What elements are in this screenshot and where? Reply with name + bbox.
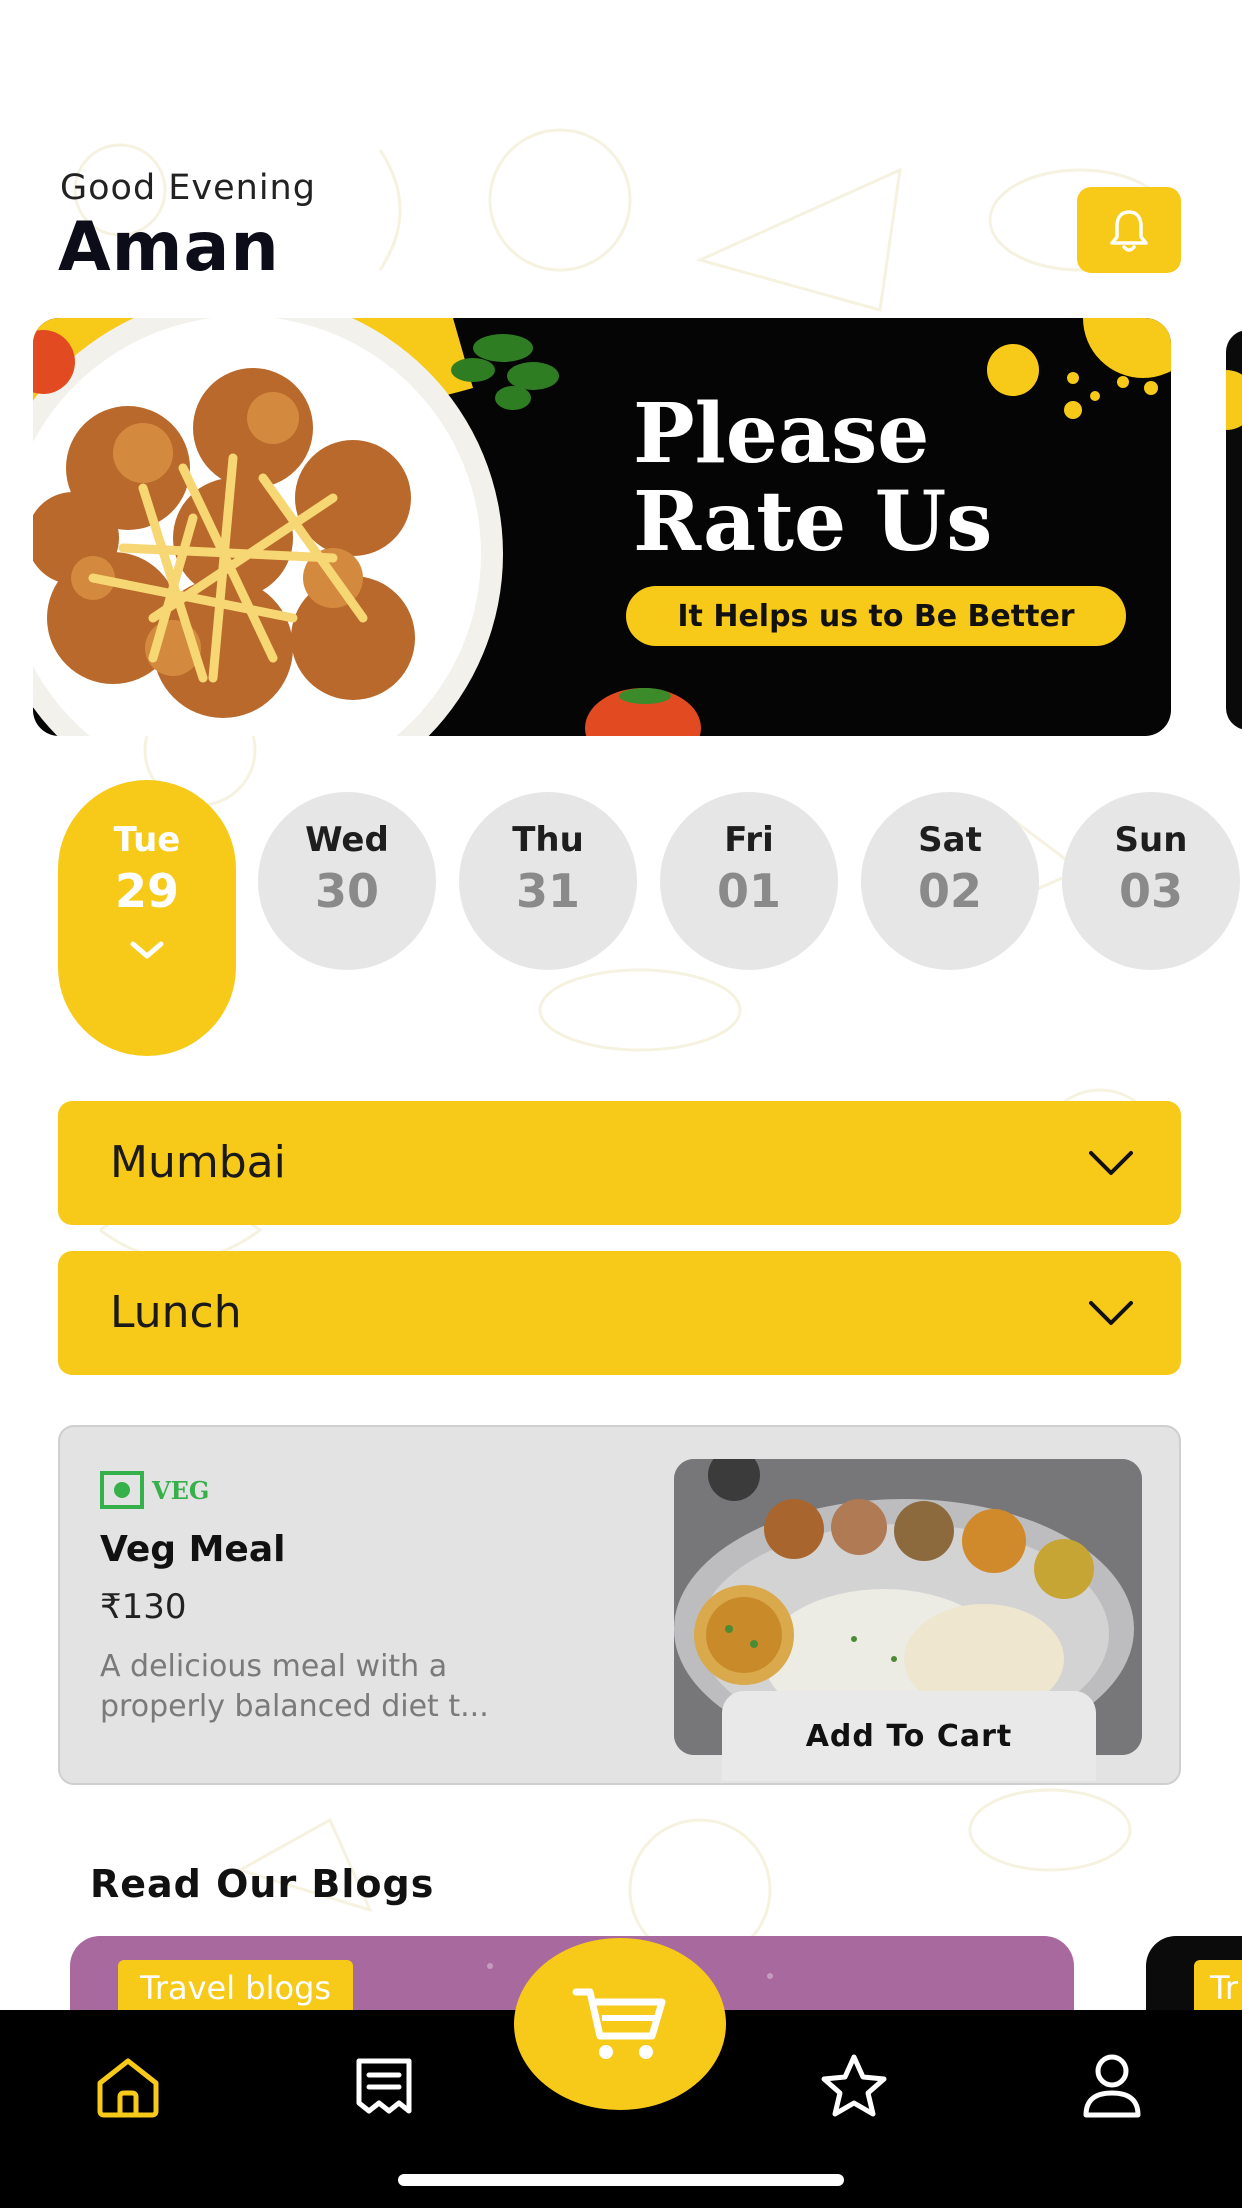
rate-us-banner[interactable]: Please Rate Us It Helps us to Be Better	[33, 318, 1171, 736]
meal-price: ₹130	[100, 1587, 187, 1627]
next-banner-peek[interactable]	[1226, 330, 1242, 730]
meal-name: Veg Meal	[100, 1529, 286, 1570]
day-name: Tue	[113, 820, 181, 860]
meal-description: A delicious meal with a properly balance…	[100, 1649, 489, 1724]
home-indicator	[398, 2174, 844, 2186]
chevron-down-icon	[1089, 1151, 1133, 1175]
day-name: Fri	[724, 820, 774, 860]
day-name: Thu	[512, 820, 584, 860]
day-date: 30	[314, 864, 379, 918]
blog-category-chip: Tr	[1194, 1960, 1242, 2016]
veg-label: VEG	[152, 1475, 210, 1505]
day-name: Sun	[1114, 820, 1188, 860]
meal-type-dropdown[interactable]: Lunch	[58, 1251, 1181, 1375]
banner-title: Please Rate Us	[633, 386, 993, 570]
notification-button[interactable]	[1077, 187, 1181, 273]
blogs-section-title: Read Our Blogs	[90, 1862, 435, 1906]
day-date: 02	[917, 864, 982, 918]
day-sat[interactable]: Sat 02	[861, 792, 1039, 970]
meal-card[interactable]: VEG Veg Meal ₹130 A delicious meal with …	[58, 1425, 1181, 1785]
day-selector: Tue 29 Wed 30 Thu 31 Fri 01 Sat 02 Sun 0…	[58, 780, 1242, 1060]
day-tue[interactable]: Tue 29	[58, 780, 236, 1056]
orders-icon	[356, 2058, 412, 2114]
day-date: 01	[716, 864, 781, 918]
nav-profile[interactable]	[1072, 2046, 1152, 2126]
veg-symbol-icon	[100, 1471, 144, 1509]
chevron-down-icon	[1089, 1301, 1133, 1325]
profile-icon	[1083, 2054, 1141, 2118]
day-date: 31	[515, 864, 580, 918]
day-sun[interactable]: Sun 03	[1062, 792, 1240, 970]
greeting-text: Good Evening	[60, 168, 316, 208]
city-dropdown[interactable]: Mumbai	[58, 1101, 1181, 1225]
day-date: 29	[114, 864, 179, 918]
banner-subtitle: It Helps us to Be Better	[626, 586, 1126, 646]
home-icon	[97, 2058, 159, 2118]
favorites-icon	[821, 2054, 887, 2117]
day-date: 03	[1118, 864, 1183, 918]
nav-favorites[interactable]	[814, 2046, 894, 2126]
meal-type-dropdown-value: Lunch	[110, 1287, 242, 1338]
day-name: Wed	[305, 820, 389, 860]
day-fri[interactable]: Fri 01	[660, 792, 838, 970]
day-thu[interactable]: Thu 31	[459, 792, 637, 970]
nav-orders[interactable]	[344, 2046, 424, 2126]
user-name: Aman	[58, 208, 280, 287]
nav-home[interactable]	[88, 2046, 168, 2126]
cart-button[interactable]	[514, 1938, 726, 2110]
chevron-down-icon	[130, 941, 164, 959]
day-name: Sat	[918, 820, 982, 860]
add-to-cart-button[interactable]: Add To Cart	[722, 1691, 1096, 1781]
blog-category-chip: Travel blogs	[118, 1960, 354, 2016]
city-dropdown-value: Mumbai	[110, 1137, 286, 1188]
cart-icon	[572, 1988, 666, 2059]
day-wed[interactable]: Wed 30	[258, 792, 436, 970]
bell-icon	[1110, 210, 1148, 252]
veg-badge: VEG	[100, 1471, 209, 1509]
